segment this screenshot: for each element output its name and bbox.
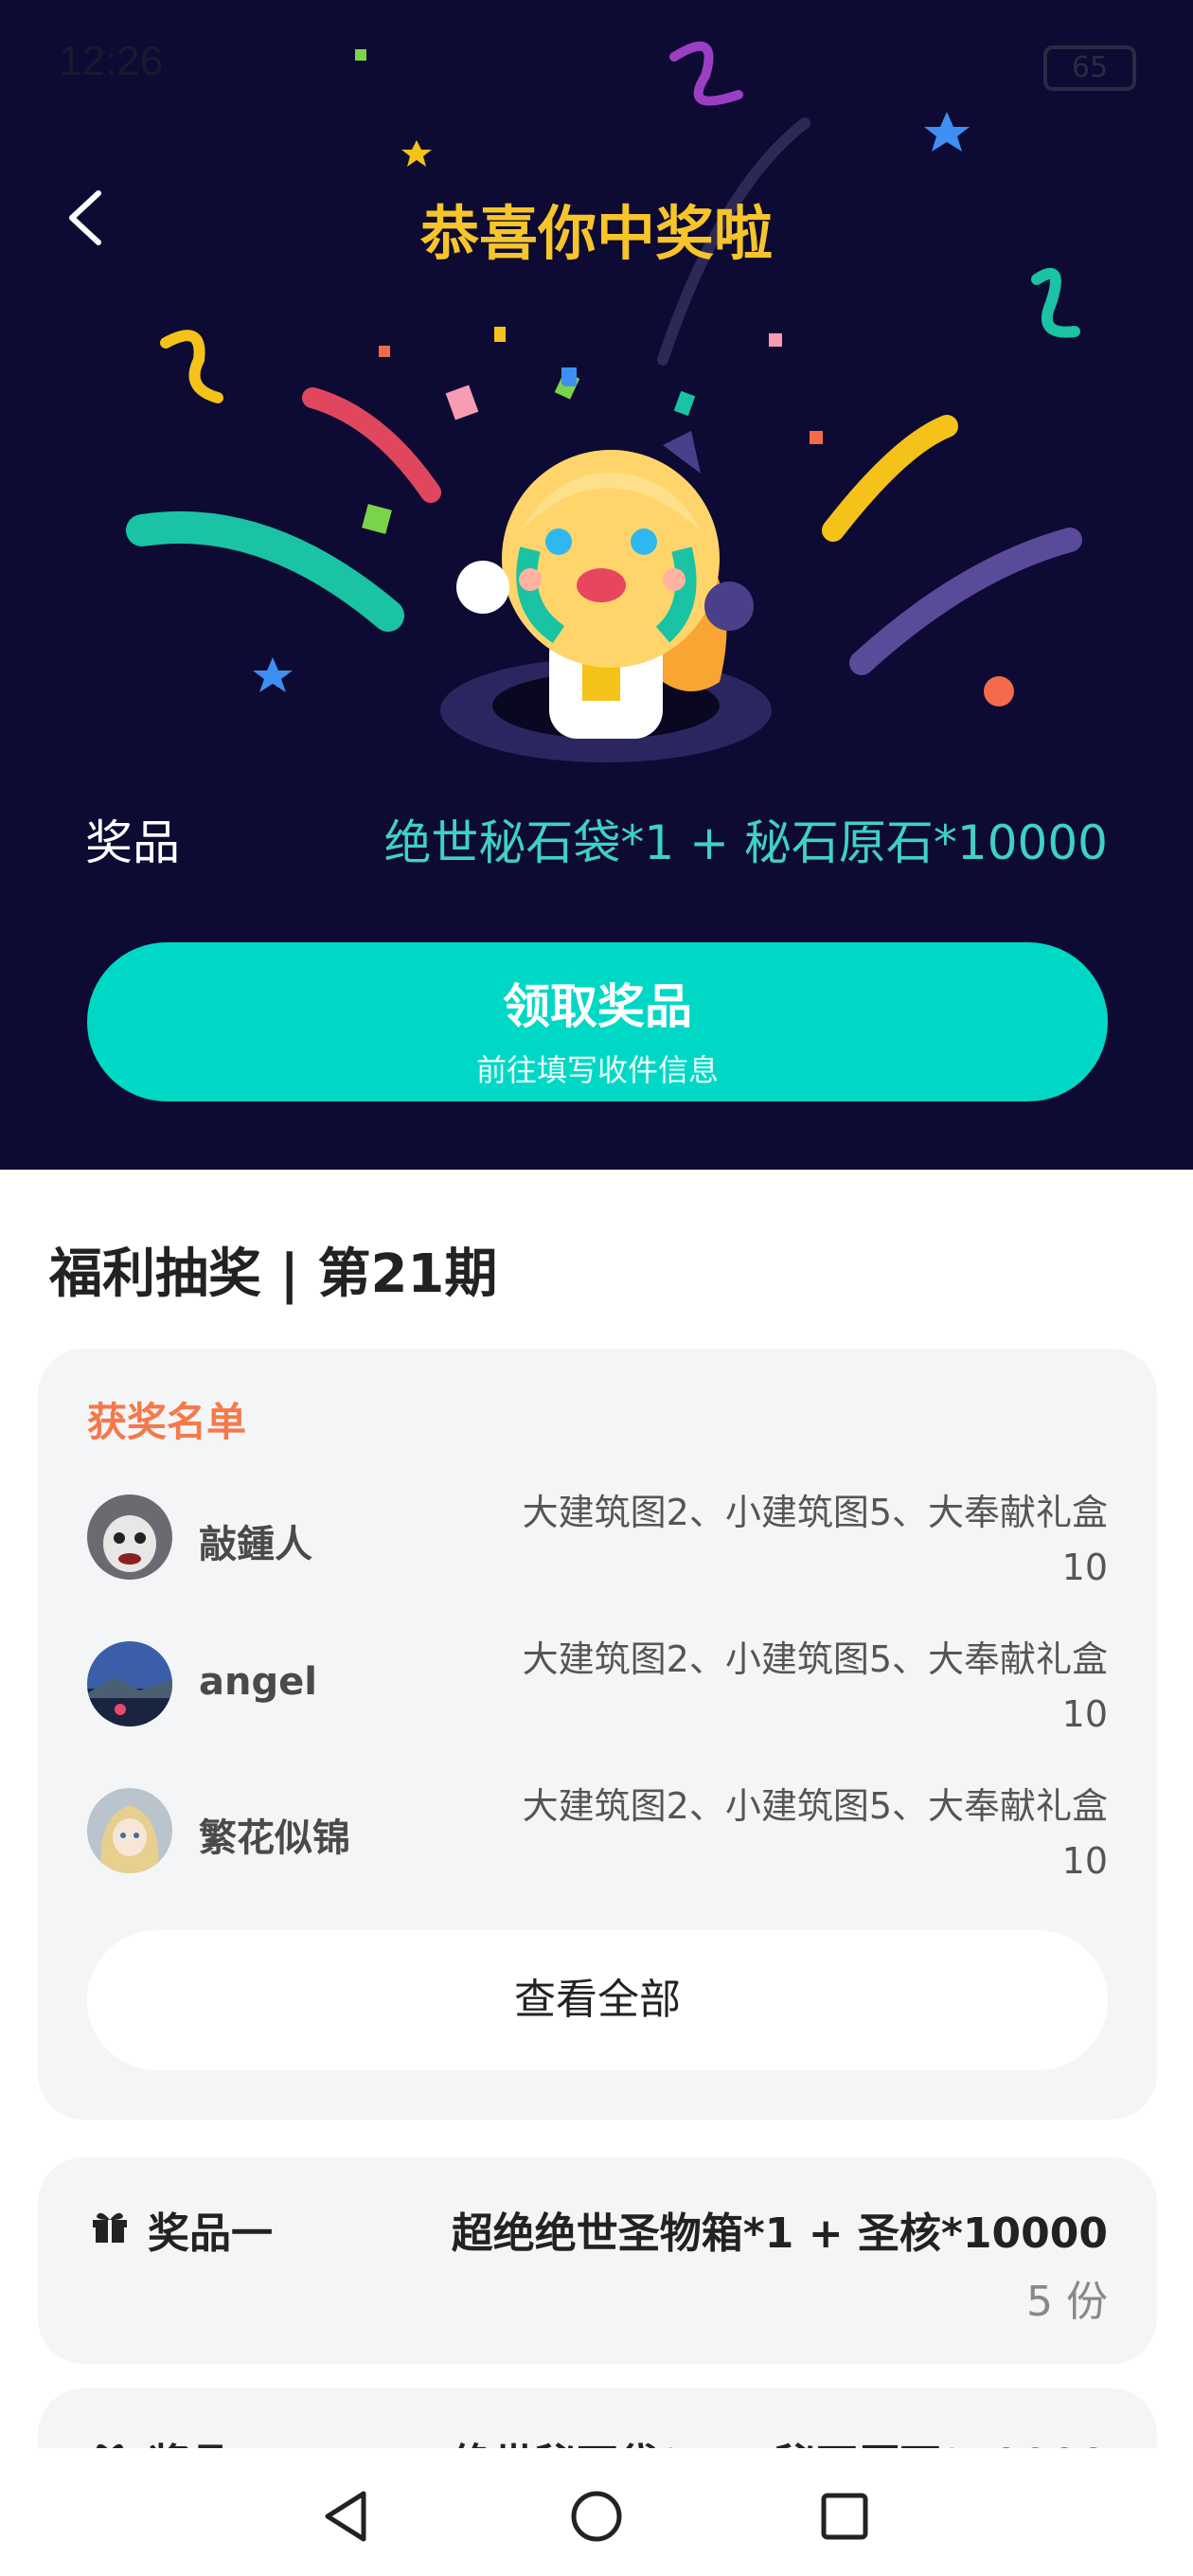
confetti-bit (769, 333, 782, 347)
avatar (87, 1641, 172, 1726)
page-title: 恭喜你中奖啦 (419, 199, 773, 268)
winner-name: 繁花似锦 (199, 1816, 350, 1860)
prize-card-value: 超绝绝世圣物箱*1 + 圣核*10000 (451, 2209, 1108, 2258)
confetti-bit (445, 385, 479, 420)
claim-button-label: 领取奖品 (503, 979, 692, 1034)
confetti-bit (379, 346, 390, 357)
prize-card-label: 奖品一 (148, 2209, 273, 2258)
confetti-squiggle (1031, 267, 1080, 338)
triangle-back-icon (325, 2491, 366, 2542)
confetti-streak (126, 510, 404, 632)
confetti-dot (984, 676, 1014, 707)
confetti-streak (822, 415, 958, 542)
winner-row[interactable]: 敲鍾人 大建筑图2、小建筑图5、大奉献礼盒 10 (87, 1485, 1108, 1599)
winner-prize: 大建筑图2、小建筑图5、大奉献礼盒 10 (483, 1779, 1108, 1888)
nav-home-button[interactable] (549, 2469, 644, 2564)
nav-recents-button[interactable] (797, 2469, 892, 2564)
confetti-bit (494, 327, 506, 342)
avatar (87, 1788, 172, 1873)
system-nav-bar (0, 2448, 1193, 2576)
status-time: 12:26 (59, 38, 164, 84)
prize-value: 绝世秘石袋*1 + 秘石原石*10000 (383, 815, 1108, 870)
prize-label: 奖品 (85, 815, 180, 870)
winner-prize-line: 10 (1061, 1693, 1108, 1735)
winner-prize: 大建筑图2、小建筑图5、大奉献礼盒 10 (483, 1485, 1108, 1595)
claim-prize-button[interactable]: 领取奖品 前往填写收件信息 (87, 942, 1108, 1101)
confetti-streak (849, 528, 1082, 675)
confetti-bit (673, 390, 696, 417)
avatar (87, 1494, 172, 1580)
confetti-bit (554, 371, 580, 400)
winner-row[interactable]: angel 大建筑图2、小建筑图5、大奉献礼盒 10 (87, 1632, 1108, 1745)
confetti-squiggle (160, 330, 223, 403)
star-icon (401, 140, 432, 167)
mascot-hole (492, 672, 720, 739)
lottery-title: 福利抽奖 | 第21期 (49, 1243, 498, 1305)
star-icon (253, 657, 293, 692)
prize-card-count: 5 份 (1026, 2278, 1108, 2326)
circle-home-icon (571, 2491, 622, 2542)
view-all-button[interactable]: 查看全部 (87, 1930, 1108, 2070)
winner-row[interactable]: 繁花似锦 大建筑图2、小建筑图5、大奉献礼盒 10 (87, 1779, 1108, 1892)
winners-title: 获奖名单 (87, 1399, 247, 1445)
confetti-bit (563, 367, 577, 386)
confetti-streak (302, 387, 441, 503)
mascot-shadow (440, 658, 772, 762)
nav-back-button[interactable] (299, 2469, 394, 2564)
hero-banner: 12:26 65 恭喜你中奖啦 奖品 绝世秘石袋*1 + 秘石原石*10000 … (0, 0, 1193, 1170)
confetti-bit (362, 504, 392, 534)
battery-icon: 65 (1043, 45, 1136, 91)
claim-button-sublabel: 前往填写收件信息 (475, 1052, 719, 1088)
winner-prize-line: 大建筑图2、小建筑图5、大奉献礼盒 (522, 1785, 1108, 1827)
winner-prize-line: 大建筑图2、小建筑图5、大奉献礼盒 (522, 1638, 1108, 1680)
confetti-bit (810, 431, 823, 444)
status-bar: 12:26 65 (0, 0, 1193, 133)
mascot-character (456, 431, 754, 739)
confetti-bit (561, 367, 575, 385)
winner-prize-line: 10 (1061, 1840, 1108, 1882)
winner-prize-line: 10 (1061, 1547, 1108, 1588)
winner-prize-line: 大建筑图2、小建筑图5、大奉献礼盒 (522, 1492, 1108, 1533)
prize-card: 奖品一 超绝绝世圣物箱*1 + 圣核*10000 5 份 (38, 2157, 1157, 2364)
winner-name: angel (199, 1660, 317, 1704)
gift-icon (93, 2212, 127, 2243)
winner-prize: 大建筑图2、小建筑图5、大奉献礼盒 10 (483, 1632, 1108, 1742)
square-recents-icon (821, 2493, 868, 2540)
winner-name: 敲鍾人 (199, 1523, 312, 1566)
